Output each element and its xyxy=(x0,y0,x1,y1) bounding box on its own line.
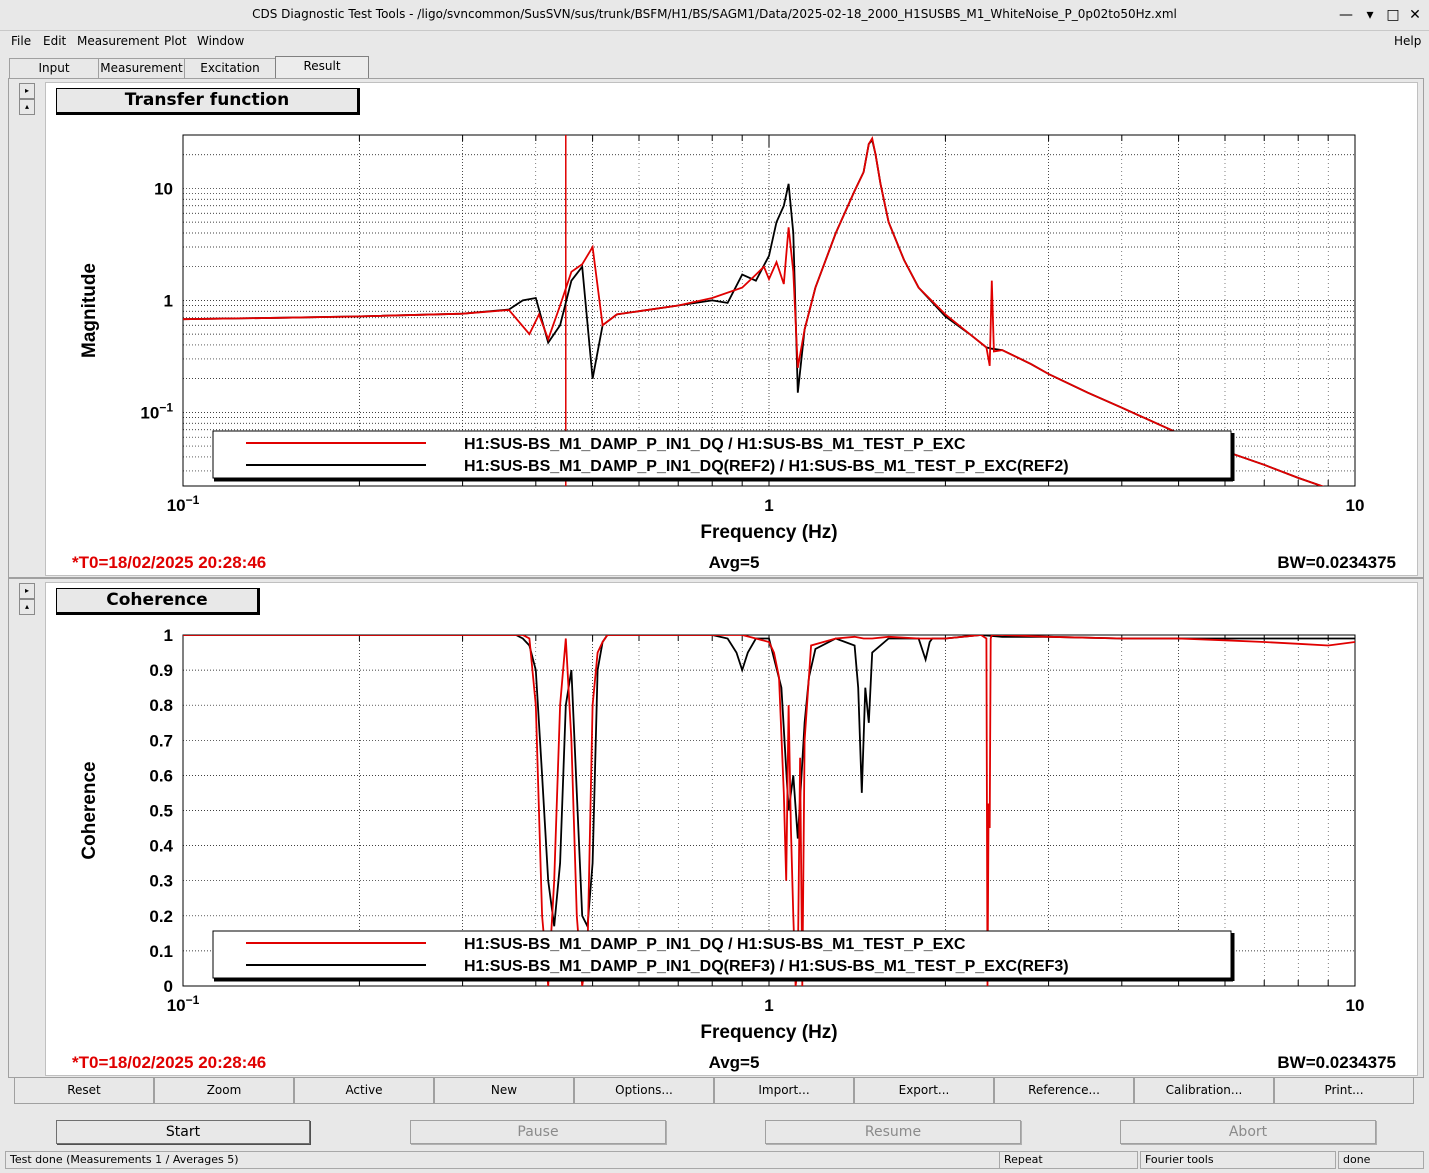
title-bar: CDS Diagnostic Test Tools - /ligo/svncom… xyxy=(0,0,1429,31)
t0-label: *T0=18/02/2025 20:28:46 xyxy=(72,553,266,572)
close-icon[interactable]: ✕ xyxy=(1406,6,1424,24)
menu-window[interactable]: Window xyxy=(197,34,244,48)
status-fourier: Fourier tools xyxy=(1140,1151,1336,1169)
coherence-panel: ▸ ▴ Coherence 10−1 1 10 1 0.9 0.8 0.7 0.6 0.5 0.4… xyxy=(8,578,1424,1078)
start-button[interactable]: Start xyxy=(56,1120,310,1144)
new-button[interactable]: New xyxy=(434,1077,574,1104)
status-message: Test done (Measurements 1 / Averages 5) xyxy=(5,1151,1001,1169)
resume-button[interactable]: Resume xyxy=(765,1120,1021,1144)
pause-button[interactable]: Pause xyxy=(410,1120,666,1144)
y-tick-label: 0.5 xyxy=(149,802,173,821)
y-tick-label: 0.8 xyxy=(149,696,173,715)
y-tick-label: 0.9 xyxy=(149,661,173,680)
menu-measurement[interactable]: Measurement xyxy=(77,34,159,48)
status-repeat: Repeat xyxy=(999,1151,1138,1169)
collapse-arrow-icon[interactable]: ▴ xyxy=(19,99,35,115)
avg-label: Avg=5 xyxy=(709,553,760,572)
x-axis-title: Frequency (Hz) xyxy=(700,522,837,543)
avg-label: Avg=5 xyxy=(709,1053,760,1072)
reference-button[interactable]: Reference... xyxy=(994,1077,1134,1104)
tab-excitation[interactable]: Excitation xyxy=(184,58,276,78)
y-tick-label: 0.2 xyxy=(149,907,173,926)
x-tick-label: 10 xyxy=(1346,496,1365,515)
legend: H1:SUS-BS_M1_DAMP_P_IN1_DQ / H1:SUS-BS_M… xyxy=(212,430,1235,482)
collapse-arrow-icon[interactable]: ▴ xyxy=(19,599,35,615)
coh-graph-area[interactable]: Coherence 10−1 1 10 1 0.9 0.8 0.7 0.6 0.5 0.4 0.3 0… xyxy=(45,582,1418,1076)
y-tick-label: 0 xyxy=(164,977,173,996)
window-title: CDS Diagnostic Test Tools - /ligo/svncom… xyxy=(252,7,1177,21)
import-button[interactable]: Import... xyxy=(714,1077,854,1104)
x-tick-label: 10−1 xyxy=(167,993,200,1015)
y-tick-label: 1 xyxy=(164,291,173,310)
expand-arrow-icon[interactable]: ▸ xyxy=(19,583,35,599)
menu-file[interactable]: File xyxy=(11,34,31,48)
expand-arrow-icon[interactable]: ▸ xyxy=(19,83,35,99)
x-tick-label: 10 xyxy=(1346,996,1365,1015)
y-tick-label: 0.3 xyxy=(149,872,173,891)
y-tick-label: 0.6 xyxy=(149,766,173,785)
minimize-icon[interactable]: — xyxy=(1337,6,1355,24)
x-tick-label: 10−1 xyxy=(167,493,200,515)
legend-label: H1:SUS-BS_M1_DAMP_P_IN1_DQ / H1:SUS-BS_M… xyxy=(464,436,966,453)
export-button[interactable]: Export... xyxy=(854,1077,994,1104)
transfer-function-panel: ▸ ▴ Transfer function 10−1 1 10 10 1 10−1 Freq… xyxy=(8,78,1424,578)
x-axis-title: Frequency (Hz) xyxy=(700,1022,837,1043)
y-tick-label: 1 xyxy=(164,626,173,645)
menu-plot[interactable]: Plot xyxy=(164,34,187,48)
y-axis-title: Magnitude xyxy=(79,263,100,358)
legend-label: H1:SUS-BS_M1_DAMP_P_IN1_DQ(REF2) / H1:SU… xyxy=(464,458,1069,475)
x-tick-label: 1 xyxy=(764,496,773,515)
legend-label: H1:SUS-BS_M1_DAMP_P_IN1_DQ / H1:SUS-BS_M… xyxy=(464,936,966,953)
maximize-icon[interactable]: □ xyxy=(1384,6,1402,24)
legend: H1:SUS-BS_M1_DAMP_P_IN1_DQ / H1:SUS-BS_M… xyxy=(212,930,1235,982)
print-button[interactable]: Print... xyxy=(1274,1077,1414,1104)
menu-help[interactable]: Help xyxy=(1394,34,1421,48)
calibration-button[interactable]: Calibration... xyxy=(1134,1077,1274,1104)
status-state: done xyxy=(1338,1151,1424,1169)
tab-bar: Input Measurement Excitation Result xyxy=(8,56,1422,78)
y-tick-label: 10−1 xyxy=(140,400,173,422)
tab-input[interactable]: Input xyxy=(9,58,99,78)
options-button[interactable]: Options... xyxy=(574,1077,714,1104)
tf-plot[interactable]: 10−1 1 10 10 1 10−1 Frequency (Hz) Magnitude H1:… xyxy=(46,83,1417,575)
bw-label: BW=0.0234375 xyxy=(1277,553,1396,572)
x-tick-label: 1 xyxy=(764,996,773,1015)
y-tick-label: 0.7 xyxy=(149,731,173,750)
t0-label: *T0=18/02/2025 20:28:46 xyxy=(72,1053,266,1072)
active-button[interactable]: Active xyxy=(294,1077,434,1104)
menu-bar: File Edit Measurement Plot Window Help xyxy=(0,31,1429,53)
coh-plot[interactable]: 10−1 1 10 1 0.9 0.8 0.7 0.6 0.5 0.4 0.3 0.2 0.1 0 Freq… xyxy=(46,583,1417,1075)
restore-icon[interactable]: ▾ xyxy=(1361,6,1379,24)
y-axis-title: Coherence xyxy=(79,761,100,859)
tf-graph-area[interactable]: Transfer function 10−1 1 10 10 1 10−1 Frequenc… xyxy=(45,82,1418,576)
y-tick-label: 0.4 xyxy=(149,837,173,856)
abort-button[interactable]: Abort xyxy=(1120,1120,1376,1144)
series-line xyxy=(183,635,1355,930)
tab-result[interactable]: Result xyxy=(275,56,369,78)
menu-edit[interactable]: Edit xyxy=(43,34,66,48)
bw-label: BW=0.0234375 xyxy=(1277,1053,1396,1072)
y-tick-label: 0.1 xyxy=(149,942,173,961)
tab-measurement[interactable]: Measurement xyxy=(98,58,185,78)
zoom-button[interactable]: Zoom xyxy=(154,1077,294,1104)
plot-button-row: Reset Zoom Active New Options... Import.… xyxy=(14,1077,1414,1104)
reset-button[interactable]: Reset xyxy=(14,1077,154,1104)
status-bar: Test done (Measurements 1 / Averages 5) … xyxy=(0,1150,1429,1173)
legend-label: H1:SUS-BS_M1_DAMP_P_IN1_DQ(REF3) / H1:SU… xyxy=(464,958,1069,975)
y-tick-label: 10 xyxy=(154,179,173,198)
